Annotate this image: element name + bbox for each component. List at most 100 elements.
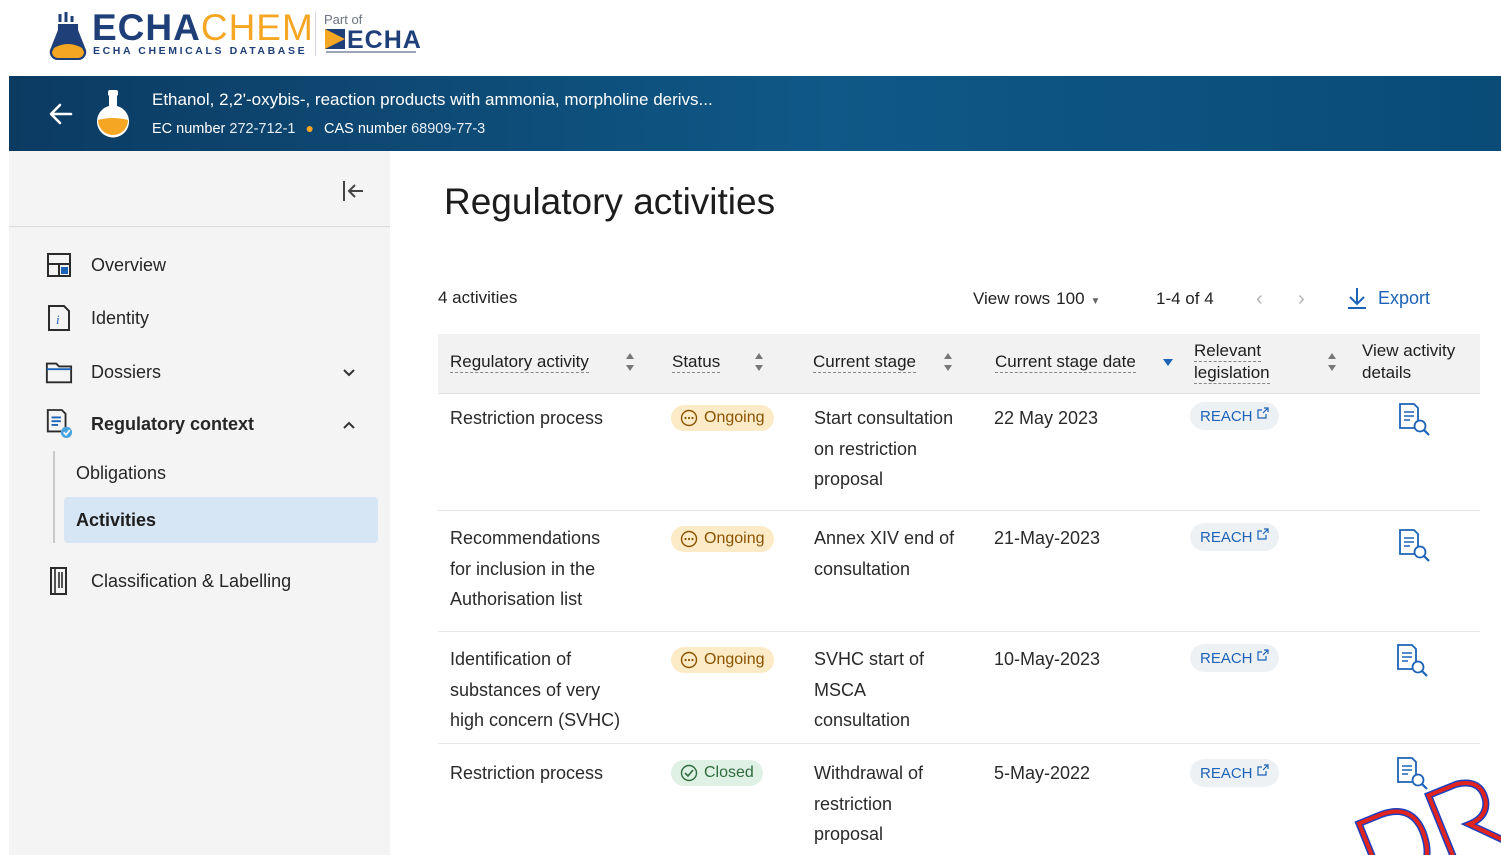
external-link-icon <box>1256 764 1269 776</box>
substance-header: Ethanol, 2,2'-oxybis-, reaction products… <box>9 76 1501 151</box>
regulatory-icon <box>45 409 73 438</box>
activity-count: 4 activities <box>438 288 518 307</box>
ongoing-icon <box>680 530 698 548</box>
status-badge: Ongoing <box>671 647 774 673</box>
dropdown-caret-icon: ▼ <box>1090 296 1101 307</box>
legislation-link[interactable]: REACH <box>1190 523 1279 551</box>
collapse-sidebar-icon[interactable] <box>339 177 367 205</box>
sidebar-item-regulatory-context[interactable]: Regulatory context <box>45 406 254 442</box>
cas-number-label: CAS number <box>324 121 408 137</box>
brand-tagline: ECHA CHEMICALS DATABASE <box>93 45 308 57</box>
cell-current-stage-date: 22 May 2023 <box>994 408 1099 428</box>
sidebar-item-label: Dossiers <box>91 361 162 382</box>
cell-regulatory-activity: Restriction process <box>450 408 604 428</box>
cell-current-stage-date: 5-May-2022 <box>994 763 1091 783</box>
row-divider <box>438 510 1480 511</box>
external-link-icon <box>1256 649 1269 661</box>
sidebar-divider <box>9 226 390 227</box>
chevron-down-icon[interactable] <box>341 365 357 381</box>
view-rows-select[interactable]: View rows 100 ▼ <box>973 289 1100 309</box>
view-details-icon[interactable] <box>1398 528 1432 564</box>
cell-regulatory-activity: Recommendations for inclusion in the Autho… <box>450 528 601 609</box>
export-button[interactable]: Export <box>1346 286 1430 310</box>
sort-icon[interactable] <box>943 350 953 374</box>
sidebar-item-label: Overview <box>91 254 167 275</box>
export-label: Export <box>1378 287 1431 308</box>
pagination-range: 1-4 of 4 <box>1156 289 1214 308</box>
cell-regulatory-activity: Identification of substances of very high … <box>450 649 621 730</box>
ec-number-value: 272-712-1 <box>229 121 296 137</box>
sidebar-subitem-label: Activities <box>76 510 157 530</box>
sort-icon[interactable] <box>1327 350 1337 374</box>
check-circle-icon <box>680 764 698 782</box>
cell-current-stage-date: 10-May-2023 <box>994 649 1101 669</box>
cell-current-stage: SVHC start of MSCA consultation <box>814 649 925 730</box>
table-header <box>438 334 1480 394</box>
download-icon <box>1348 288 1366 309</box>
status-badge: Closed <box>671 760 763 786</box>
sidebar-item-label: Classification & Labelling <box>91 570 292 591</box>
view-details-icon[interactable] <box>1398 402 1432 438</box>
svg-text:i: i <box>56 312 60 327</box>
external-link-icon <box>1256 407 1269 419</box>
parent-org-tagline <box>326 51 416 53</box>
folder-icon <box>45 358 73 386</box>
brand-name: ECHACHEM <box>92 7 314 48</box>
separator-dot: ● <box>305 120 314 136</box>
ec-number-label: EC number <box>152 121 226 137</box>
cell-current-stage-date: 21-May-2023 <box>994 528 1101 548</box>
overview-icon <box>45 251 73 279</box>
sidebar-subitem-obligations[interactable]: Obligations <box>76 463 166 484</box>
logo-bar: ECHACHEM ECHA CHEMICALS DATABASE Part of… <box>0 0 1501 76</box>
subnav-line <box>53 451 55 543</box>
chevron-up-icon[interactable] <box>341 417 357 433</box>
back-arrow-icon[interactable] <box>45 98 77 130</box>
part-of-label: Part of <box>324 12 363 27</box>
row-divider <box>438 631 1480 632</box>
sidebar-item-overview[interactable]: Overview <box>45 247 166 283</box>
sidebar-item-identity[interactable]: i Identity <box>45 300 149 336</box>
substance-identifiers: EC number 272-712-1 ● CAS number 68909-7… <box>152 120 485 137</box>
legislation-link[interactable]: REACH <box>1190 402 1279 430</box>
sidebar-subitem-activities[interactable]: Activities <box>64 497 378 543</box>
draft-stamp-watermark <box>1354 779 1501 855</box>
column-header-regulatory-activity[interactable]: Regulatory activity <box>450 352 589 373</box>
view-details-icon[interactable] <box>1396 643 1430 679</box>
column-header-current-stage[interactable]: Current stage <box>813 352 916 373</box>
sidebar: Overview i Identity Dossiers Regulatory … <box>9 151 390 855</box>
row-divider <box>438 743 1480 744</box>
view-rows-value: 100 <box>1056 289 1085 308</box>
cell-current-stage: Withdrawal of restriction proposal <box>814 763 924 844</box>
column-header-status[interactable]: Status <box>672 352 721 373</box>
column-header-current-stage-date[interactable]: Current stage date <box>995 352 1136 373</box>
page-title: Regulatory activities <box>444 181 776 222</box>
logo-divider <box>315 12 316 56</box>
sort-descending-icon[interactable] <box>1163 350 1173 374</box>
legislation-link[interactable]: REACH <box>1190 644 1279 672</box>
identity-icon: i <box>45 304 73 332</box>
sort-icon[interactable] <box>754 350 764 374</box>
next-page-icon[interactable]: › <box>1298 288 1305 311</box>
cell-regulatory-activity: Restriction process <box>450 763 604 783</box>
legislation-link[interactable]: REACH <box>1190 759 1279 787</box>
sidebar-item-classification-labelling[interactable]: Classification & Labelling <box>45 563 291 599</box>
view-rows-label: View rows <box>973 289 1051 308</box>
cell-current-stage: Annex XIV end of consultation <box>814 528 955 579</box>
book-icon <box>45 567 73 595</box>
echachem-logo-icon <box>49 12 87 60</box>
external-link-icon <box>1256 528 1269 540</box>
ongoing-icon <box>680 409 698 427</box>
sidebar-item-dossiers[interactable]: Dossiers <box>45 354 161 390</box>
sidebar-item-label: Regulatory context <box>91 413 255 434</box>
previous-page-icon[interactable]: ‹ <box>1256 288 1263 311</box>
cell-current-stage: Start consultation on restriction proposal <box>814 408 954 489</box>
status-badge: Ongoing <box>671 526 774 552</box>
cas-number-value: 68909-77-3 <box>411 121 486 137</box>
substance-flask-icon <box>97 90 129 138</box>
ongoing-icon <box>680 651 698 669</box>
substance-name: Ethanol, 2,2'-oxybis-, reaction products… <box>152 90 713 109</box>
echa-mark-icon <box>325 29 345 49</box>
sort-icon[interactable] <box>625 350 635 374</box>
column-header-relevant-legislation[interactable]: Relevant legislation <box>1194 340 1270 384</box>
status-badge: Ongoing <box>671 405 774 431</box>
